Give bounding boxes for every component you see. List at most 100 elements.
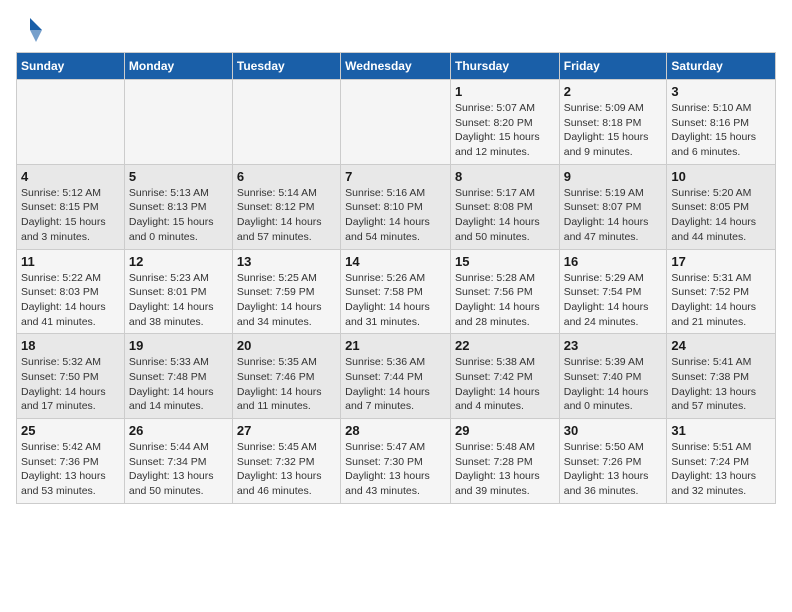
col-header-wednesday: Wednesday [341, 53, 451, 80]
calendar-cell: 15 Sunrise: 5:28 AM Sunset: 7:56 PM Dayli… [450, 249, 559, 334]
day-info: Sunrise: 5:29 AM Sunset: 7:54 PM Dayligh… [564, 271, 663, 330]
page-header [16, 16, 776, 44]
logo [16, 16, 48, 44]
calendar-cell [341, 80, 451, 165]
col-header-friday: Friday [559, 53, 667, 80]
day-number: 5 [129, 169, 228, 184]
day-number: 11 [21, 254, 120, 269]
day-number: 25 [21, 423, 120, 438]
day-info: Sunrise: 5:26 AM Sunset: 7:58 PM Dayligh… [345, 271, 446, 330]
day-info: Sunrise: 5:10 AM Sunset: 8:16 PM Dayligh… [671, 101, 771, 160]
day-info: Sunrise: 5:31 AM Sunset: 7:52 PM Dayligh… [671, 271, 771, 330]
day-info: Sunrise: 5:41 AM Sunset: 7:38 PM Dayligh… [671, 355, 771, 414]
day-info: Sunrise: 5:17 AM Sunset: 8:08 PM Dayligh… [455, 186, 555, 245]
col-header-monday: Monday [124, 53, 232, 80]
day-number: 18 [21, 338, 120, 353]
calendar-week-2: 4 Sunrise: 5:12 AM Sunset: 8:15 PM Daylig… [17, 164, 776, 249]
calendar-cell: 7 Sunrise: 5:16 AM Sunset: 8:10 PM Daylig… [341, 164, 451, 249]
calendar-cell: 8 Sunrise: 5:17 AM Sunset: 8:08 PM Daylig… [450, 164, 559, 249]
day-info: Sunrise: 5:28 AM Sunset: 7:56 PM Dayligh… [455, 271, 555, 330]
day-info: Sunrise: 5:45 AM Sunset: 7:32 PM Dayligh… [237, 440, 336, 499]
day-info: Sunrise: 5:09 AM Sunset: 8:18 PM Dayligh… [564, 101, 663, 160]
calendar-week-4: 18 Sunrise: 5:32 AM Sunset: 7:50 PM Dayli… [17, 334, 776, 419]
day-info: Sunrise: 5:50 AM Sunset: 7:26 PM Dayligh… [564, 440, 663, 499]
calendar-cell: 5 Sunrise: 5:13 AM Sunset: 8:13 PM Daylig… [124, 164, 232, 249]
day-info: Sunrise: 5:22 AM Sunset: 8:03 PM Dayligh… [21, 271, 120, 330]
day-info: Sunrise: 5:12 AM Sunset: 8:15 PM Dayligh… [21, 186, 120, 245]
day-number: 6 [237, 169, 336, 184]
calendar-cell: 26Sunrise: 5:44 AM Sunset: 7:34 PM Dayli… [124, 419, 232, 504]
calendar-cell: 2 Sunrise: 5:09 AM Sunset: 8:18 PM Daylig… [559, 80, 667, 165]
calendar-cell: 9 Sunrise: 5:19 AM Sunset: 8:07 PM Daylig… [559, 164, 667, 249]
day-info: Sunrise: 5:13 AM Sunset: 8:13 PM Dayligh… [129, 186, 228, 245]
day-info: Sunrise: 5:23 AM Sunset: 8:01 PM Dayligh… [129, 271, 228, 330]
day-number: 2 [564, 84, 663, 99]
day-number: 14 [345, 254, 446, 269]
calendar-week-1: 1Sunrise: 5:07 AM Sunset: 8:20 PM Daylig… [17, 80, 776, 165]
day-number: 22 [455, 338, 555, 353]
calendar-table: SundayMondayTuesdayWednesdayThursdayFrid… [16, 52, 776, 504]
day-info: Sunrise: 5:35 AM Sunset: 7:46 PM Dayligh… [237, 355, 336, 414]
day-info: Sunrise: 5:19 AM Sunset: 8:07 PM Dayligh… [564, 186, 663, 245]
day-info: Sunrise: 5:16 AM Sunset: 8:10 PM Dayligh… [345, 186, 446, 245]
day-info: Sunrise: 5:32 AM Sunset: 7:50 PM Dayligh… [21, 355, 120, 414]
day-info: Sunrise: 5:42 AM Sunset: 7:36 PM Dayligh… [21, 440, 120, 499]
day-number: 9 [564, 169, 663, 184]
day-info: Sunrise: 5:38 AM Sunset: 7:42 PM Dayligh… [455, 355, 555, 414]
day-info: Sunrise: 5:47 AM Sunset: 7:30 PM Dayligh… [345, 440, 446, 499]
day-info: Sunrise: 5:36 AM Sunset: 7:44 PM Dayligh… [345, 355, 446, 414]
day-number: 16 [564, 254, 663, 269]
col-header-sunday: Sunday [17, 53, 125, 80]
day-number: 31 [671, 423, 771, 438]
calendar-cell: 27 Sunrise: 5:45 AM Sunset: 7:32 PM Dayli… [232, 419, 340, 504]
day-info: Sunrise: 5:25 AM Sunset: 7:59 PM Dayligh… [237, 271, 336, 330]
calendar-cell [17, 80, 125, 165]
day-number: 3 [671, 84, 771, 99]
day-number: 28 [345, 423, 446, 438]
calendar-cell: 4 Sunrise: 5:12 AM Sunset: 8:15 PM Daylig… [17, 164, 125, 249]
day-number: 8 [455, 169, 555, 184]
day-number: 15 [455, 254, 555, 269]
calendar-cell: 24 Sunrise: 5:41 AM Sunset: 7:38 PM Dayli… [667, 334, 776, 419]
day-number: 23 [564, 338, 663, 353]
day-number: 19 [129, 338, 228, 353]
col-header-tuesday: Tuesday [232, 53, 340, 80]
col-header-saturday: Saturday [667, 53, 776, 80]
day-number: 4 [21, 169, 120, 184]
calendar-cell: 28 Sunrise: 5:47 AM Sunset: 7:30 PM Dayli… [341, 419, 451, 504]
day-number: 21 [345, 338, 446, 353]
day-info: Sunrise: 5:14 AM Sunset: 8:12 PM Dayligh… [237, 186, 336, 245]
calendar-cell: 1Sunrise: 5:07 AM Sunset: 8:20 PM Daylig… [450, 80, 559, 165]
calendar-cell: 17 Sunrise: 5:31 AM Sunset: 7:52 PM Dayli… [667, 249, 776, 334]
day-number: 7 [345, 169, 446, 184]
day-number: 13 [237, 254, 336, 269]
calendar-week-3: 11 Sunrise: 5:22 AM Sunset: 8:03 PM Dayli… [17, 249, 776, 334]
day-number: 17 [671, 254, 771, 269]
day-number: 20 [237, 338, 336, 353]
calendar-cell: 3 Sunrise: 5:10 AM Sunset: 8:16 PM Daylig… [667, 80, 776, 165]
day-number: 29 [455, 423, 555, 438]
calendar-cell: 31 Sunrise: 5:51 AM Sunset: 7:24 PM Dayli… [667, 419, 776, 504]
col-header-thursday: Thursday [450, 53, 559, 80]
calendar-cell [232, 80, 340, 165]
calendar-cell: 30 Sunrise: 5:50 AM Sunset: 7:26 PM Dayli… [559, 419, 667, 504]
calendar-cell: 18 Sunrise: 5:32 AM Sunset: 7:50 PM Dayli… [17, 334, 125, 419]
calendar-cell: 16 Sunrise: 5:29 AM Sunset: 7:54 PM Dayli… [559, 249, 667, 334]
calendar-cell: 19 Sunrise: 5:33 AM Sunset: 7:48 PM Dayli… [124, 334, 232, 419]
calendar-cell: 12Sunrise: 5:23 AM Sunset: 8:01 PM Dayli… [124, 249, 232, 334]
calendar-cell: 29Sunrise: 5:48 AM Sunset: 7:28 PM Dayli… [450, 419, 559, 504]
calendar-cell: 21 Sunrise: 5:36 AM Sunset: 7:44 PM Dayli… [341, 334, 451, 419]
calendar-cell: 10Sunrise: 5:20 AM Sunset: 8:05 PM Dayli… [667, 164, 776, 249]
calendar-header-row: SundayMondayTuesdayWednesdayThursdayFrid… [17, 53, 776, 80]
day-number: 24 [671, 338, 771, 353]
day-number: 10 [671, 169, 771, 184]
day-number: 27 [237, 423, 336, 438]
day-info: Sunrise: 5:33 AM Sunset: 7:48 PM Dayligh… [129, 355, 228, 414]
day-number: 30 [564, 423, 663, 438]
calendar-cell: 6 Sunrise: 5:14 AM Sunset: 8:12 PM Daylig… [232, 164, 340, 249]
calendar-cell: 13 Sunrise: 5:25 AM Sunset: 7:59 PM Dayli… [232, 249, 340, 334]
calendar-cell: 22 Sunrise: 5:38 AM Sunset: 7:42 PM Dayli… [450, 334, 559, 419]
logo-icon [16, 16, 44, 44]
day-info: Sunrise: 5:51 AM Sunset: 7:24 PM Dayligh… [671, 440, 771, 499]
calendar-cell: 23Sunrise: 5:39 AM Sunset: 7:40 PM Dayli… [559, 334, 667, 419]
